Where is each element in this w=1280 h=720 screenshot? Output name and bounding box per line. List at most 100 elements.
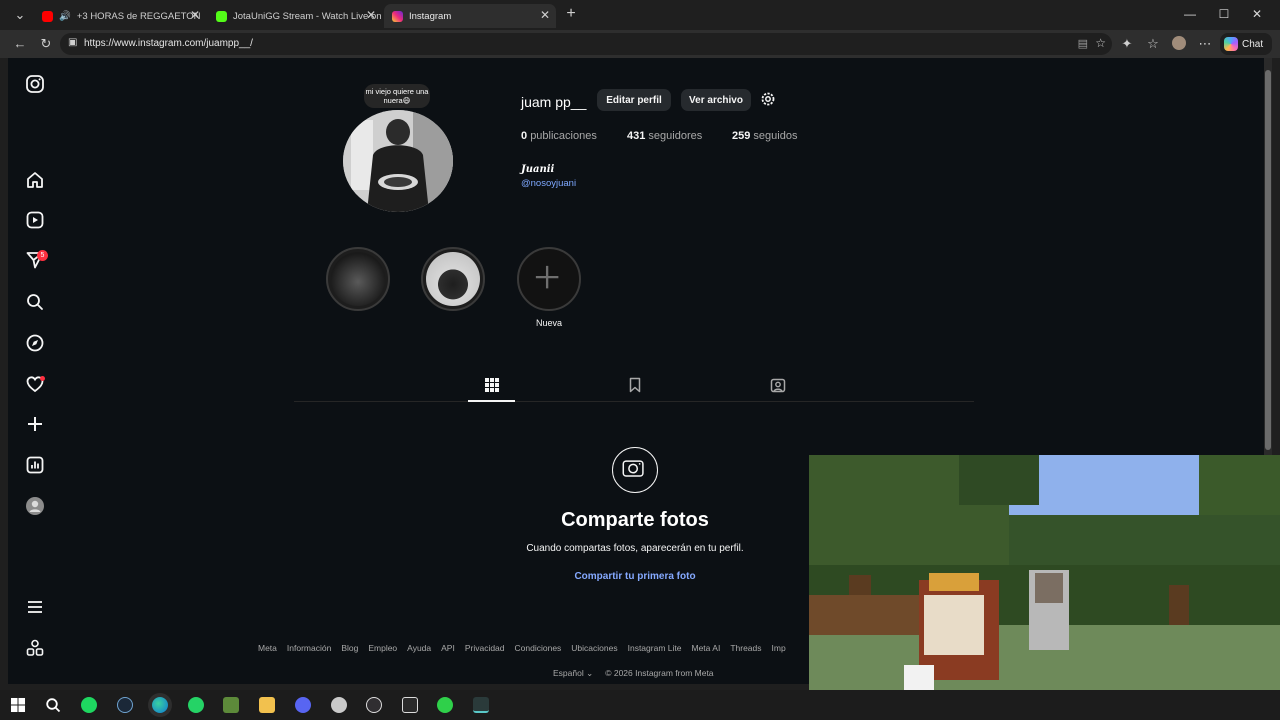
instagram-logo-icon[interactable] bbox=[25, 74, 45, 94]
following-label: seguidos bbox=[753, 130, 798, 142]
edit-profile-button[interactable]: Editar perfil bbox=[597, 89, 671, 111]
tab-instagram[interactable]: Instagram ✕ bbox=[384, 4, 556, 28]
posts-grid-tab-icon[interactable] bbox=[484, 377, 500, 393]
file-explorer-icon[interactable] bbox=[259, 697, 275, 713]
footer-link[interactable]: Privacidad bbox=[465, 643, 505, 653]
reload-icon[interactable]: ↻ bbox=[38, 36, 54, 52]
tab-title: Instagram bbox=[409, 10, 452, 22]
sidebar-nav: 5 bbox=[8, 58, 62, 684]
app-icon[interactable] bbox=[331, 697, 347, 713]
tab-list-chevron-icon[interactable]: ⌄ bbox=[12, 7, 28, 23]
tab-title: JotaUniGG Stream - Watch Live on bbox=[233, 10, 382, 22]
tab-kick-stream[interactable]: JotaUniGG Stream - Watch Live on ✕ bbox=[208, 4, 382, 28]
windows-taskbar bbox=[0, 690, 1280, 720]
footer-link[interactable]: Ubicaciones bbox=[571, 643, 617, 653]
extensions-icon[interactable]: ✦ bbox=[1119, 36, 1135, 52]
copyright: © 2026 Instagram from Meta bbox=[605, 668, 714, 678]
tab-reggaeton[interactable]: 🔊 +3 HORAS de REGGAETON ✕ bbox=[34, 4, 206, 28]
followers-stat[interactable]: 431 seguidores bbox=[627, 130, 702, 142]
site-info-icon[interactable]: ▣ bbox=[68, 37, 77, 48]
also-from-meta-icon[interactable] bbox=[25, 638, 45, 658]
home-icon[interactable] bbox=[25, 170, 45, 190]
edge-browser-icon[interactable] bbox=[152, 697, 168, 713]
steam-icon[interactable] bbox=[117, 697, 133, 713]
favorite-star-icon[interactable]: ☆ bbox=[1095, 36, 1106, 50]
profile-avatar-icon[interactable] bbox=[1171, 36, 1187, 52]
create-plus-icon[interactable] bbox=[25, 414, 45, 434]
empty-state-subtitle: Cuando compartas fotos, aparecerán en tu… bbox=[526, 543, 744, 554]
page-scrollbar[interactable] bbox=[1264, 58, 1272, 456]
tagged-tab-icon[interactable] bbox=[770, 377, 786, 393]
spotify-icon[interactable] bbox=[81, 697, 97, 713]
more-options-icon[interactable]: ⋯ bbox=[1197, 36, 1213, 52]
new-tab-plus-icon[interactable]: + bbox=[563, 6, 579, 22]
bio-mention-link[interactable]: @nosoyjuani bbox=[521, 178, 576, 189]
favorites-icon[interactable]: ☆ bbox=[1145, 36, 1161, 52]
terminal-icon[interactable] bbox=[473, 697, 489, 713]
close-tab-icon[interactable]: ✕ bbox=[540, 8, 550, 22]
maximize-icon[interactable]: ☐ bbox=[1216, 6, 1232, 22]
address-bar[interactable]: ▣ https://www.instagram.com/juampp__/ ▤ … bbox=[60, 33, 1112, 55]
instagram-favicon bbox=[392, 10, 403, 22]
footer-link[interactable]: Meta bbox=[258, 643, 277, 653]
profile-note-bubble[interactable]: mi viejo quiere una nuera😄 bbox=[364, 84, 430, 108]
epic-games-icon[interactable] bbox=[402, 697, 418, 713]
following-stat[interactable]: 259 seguidos bbox=[732, 130, 797, 142]
story-highlight[interactable] bbox=[421, 247, 485, 311]
explore-compass-icon[interactable] bbox=[25, 333, 45, 353]
profile-avatar-photo[interactable] bbox=[343, 110, 453, 212]
url-text[interactable]: https://www.instagram.com/juampp__/ bbox=[84, 38, 253, 49]
copilot-chat-button[interactable]: Chat bbox=[1220, 33, 1272, 55]
footer-links: Meta Información Blog Empleo Ayuda API P… bbox=[258, 643, 786, 653]
windows-start-icon[interactable] bbox=[10, 697, 26, 713]
reader-mode-icon[interactable]: ▤ bbox=[1078, 37, 1088, 50]
close-tab-icon[interactable]: ✕ bbox=[190, 8, 200, 22]
close-window-icon[interactable]: ✕ bbox=[1249, 6, 1265, 22]
new-highlight-label: Nueva bbox=[535, 318, 562, 328]
scrollbar-thumb[interactable] bbox=[1265, 70, 1271, 450]
footer-bottom: Español ⌄ © 2026 Instagram from Meta bbox=[553, 668, 714, 679]
dashboard-icon[interactable] bbox=[25, 455, 45, 475]
view-archive-button[interactable]: Ver archivo bbox=[681, 89, 751, 111]
footer-link[interactable]: Threads bbox=[730, 643, 761, 653]
whatsapp-icon[interactable] bbox=[188, 697, 204, 713]
search-icon[interactable] bbox=[25, 292, 45, 312]
search-icon[interactable] bbox=[45, 697, 61, 713]
tab-title: +3 HORAS de REGGAETON bbox=[76, 10, 201, 22]
close-tab-icon[interactable]: ✕ bbox=[366, 8, 376, 22]
following-count: 259 bbox=[732, 130, 751, 142]
obs-icon[interactable] bbox=[366, 697, 382, 713]
footer-link[interactable]: Blog bbox=[341, 643, 358, 653]
saved-bookmark-tab-icon[interactable] bbox=[627, 377, 643, 393]
followers-label: seguidores bbox=[648, 130, 703, 142]
speaker-icon: 🔊 bbox=[59, 10, 71, 22]
settings-gear-icon[interactable] bbox=[760, 91, 776, 107]
minecraft-icon[interactable] bbox=[223, 697, 239, 713]
app-green-icon[interactable] bbox=[437, 697, 453, 713]
plus-icon bbox=[535, 265, 559, 289]
profile-username: juam pp__ bbox=[521, 94, 587, 110]
footer-link[interactable]: Empleo bbox=[368, 643, 397, 653]
footer-link[interactable]: Meta AI bbox=[691, 643, 720, 653]
highlight-cover bbox=[331, 252, 385, 306]
menu-hamburger-icon[interactable] bbox=[25, 597, 45, 617]
footer-link[interactable]: Información bbox=[287, 643, 331, 653]
story-highlight[interactable] bbox=[326, 247, 390, 311]
active-tab-indicator bbox=[468, 400, 515, 402]
language-select[interactable]: Español ⌄ bbox=[553, 668, 593, 679]
footer-link[interactable]: Ayuda bbox=[407, 643, 431, 653]
browser-tab-strip: ⌄ 🔊 +3 HORAS de REGGAETON ✕ JotaUniGG St… bbox=[0, 0, 1280, 30]
footer-link[interactable]: API bbox=[441, 643, 455, 653]
share-first-photo-link[interactable]: Compartir tu primera foto bbox=[485, 571, 785, 582]
minimize-icon[interactable]: — bbox=[1182, 6, 1198, 22]
back-arrow-icon[interactable]: ← bbox=[12, 36, 28, 52]
footer-link[interactable]: Imp bbox=[772, 643, 786, 653]
profile-avatar-icon[interactable] bbox=[25, 496, 45, 516]
new-highlight-button[interactable] bbox=[517, 247, 581, 311]
notification-dot bbox=[40, 376, 45, 381]
posts-label: publicaciones bbox=[530, 130, 597, 142]
footer-link[interactable]: Instagram Lite bbox=[628, 643, 682, 653]
discord-icon[interactable] bbox=[295, 697, 311, 713]
footer-link[interactable]: Condiciones bbox=[515, 643, 562, 653]
reels-icon[interactable] bbox=[25, 210, 45, 230]
